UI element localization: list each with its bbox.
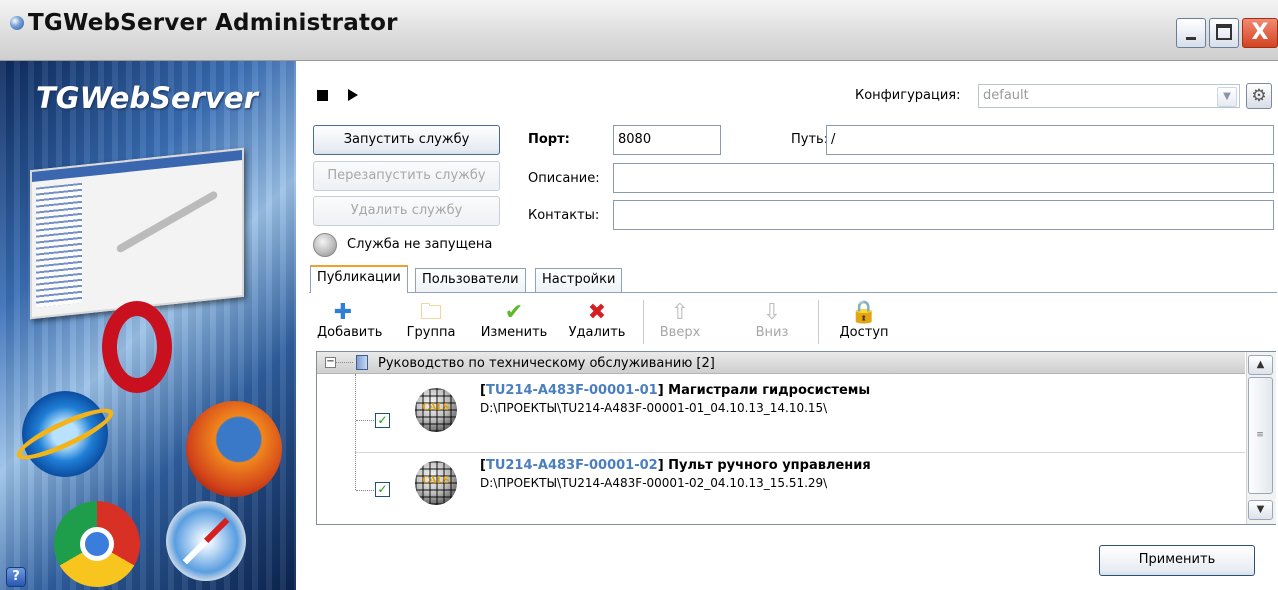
- port-input[interactable]: 8080: [613, 125, 721, 155]
- add-label: Добавить: [317, 325, 383, 340]
- item-bracket-close: ]: [657, 383, 669, 398]
- checkmark-icon: ✔: [504, 300, 524, 325]
- cals-globe-icon: CALS: [415, 461, 457, 505]
- description-label: Описание:: [528, 171, 600, 186]
- stop-icon[interactable]: [317, 90, 328, 101]
- internet-explorer-logo-icon: [11, 391, 119, 477]
- tree-connector: [355, 374, 356, 490]
- play-icon[interactable]: [348, 89, 358, 101]
- screenshot-aircraft: [115, 189, 219, 254]
- banner-screenshot-image: [30, 147, 244, 320]
- group-label: Группа: [406, 325, 456, 340]
- move-down-button[interactable]: ⇩ Вниз: [752, 300, 792, 341]
- item-name: Магистрали гидросистемы: [668, 383, 871, 398]
- chrome-logo-icon: [54, 501, 140, 587]
- up-label: Вверх: [659, 325, 701, 340]
- configuration-select[interactable]: default ▼: [978, 84, 1240, 108]
- tree-connector: [356, 420, 374, 421]
- close-icon: X: [1251, 20, 1269, 45]
- publications-tree[interactable]: [316, 351, 1276, 525]
- opera-logo-icon: [102, 301, 172, 393]
- safari-logo-icon: [166, 501, 246, 581]
- minimize-button[interactable]: [1176, 18, 1206, 48]
- access-label: Доступ: [839, 325, 889, 340]
- book-icon: [356, 355, 368, 370]
- contacts-label: Контакты:: [528, 208, 600, 223]
- tab-users[interactable]: Пользователи: [415, 268, 526, 292]
- move-up-button[interactable]: ⇧ Вверх: [655, 300, 705, 341]
- restart-service-button[interactable]: Перезапустить службу: [313, 161, 500, 191]
- service-status-text: Служба не запущена: [347, 237, 493, 252]
- configuration-label: Конфигурация:: [855, 88, 961, 103]
- edit-label: Изменить: [480, 325, 548, 340]
- screenshot-tree: [36, 182, 82, 308]
- item-code: TU214-A483F-00001-02: [485, 458, 658, 473]
- title-bar[interactable]: TGWebServer Administrator X: [0, 0, 1278, 61]
- apply-button[interactable]: Применить: [1099, 545, 1255, 576]
- safari-needle: [182, 517, 230, 565]
- scrollbar-grip-icon: ≡: [1256, 430, 1264, 440]
- item-name: Пульт ручного управления: [668, 458, 871, 473]
- toolbar-separator: [643, 300, 644, 344]
- list-item-path: D:\ПРОЕКТЫ\TU214-A483F-00001-02_04.10.13…: [480, 476, 828, 490]
- maximize-icon: [1216, 24, 1232, 40]
- tree-root-label: Руководство по техническому обслуживанию…: [378, 356, 715, 371]
- delete-service-button[interactable]: Удалить службу: [313, 196, 500, 226]
- item-bracket-close: ]: [657, 458, 669, 473]
- tab-strip-border: [309, 292, 1277, 293]
- add-button[interactable]: ✚ Добавить: [317, 300, 382, 341]
- tab-settings[interactable]: Настройки: [535, 268, 623, 292]
- app-icon: [10, 16, 24, 30]
- description-input[interactable]: [613, 163, 1274, 193]
- port-label: Порт:: [528, 132, 570, 147]
- delete-button[interactable]: ✖ Удалить: [562, 300, 632, 341]
- firefox-logo-icon: [186, 401, 282, 497]
- down-label: Вниз: [755, 325, 789, 340]
- delete-x-icon: ✖: [587, 300, 607, 325]
- chrome-center: [80, 527, 114, 561]
- banner-title: TGWebServer: [36, 81, 258, 115]
- cals-globe-icon: CALS: [415, 388, 457, 432]
- arrow-down-icon: ⇩: [762, 300, 782, 325]
- configuration-value: default: [983, 88, 1029, 103]
- toolbar-separator: [818, 300, 819, 344]
- gear-icon[interactable]: ⚙: [1246, 83, 1272, 109]
- status-light-icon: [313, 233, 337, 257]
- scroll-down-icon[interactable]: ▼: [1248, 500, 1273, 520]
- path-input[interactable]: /: [826, 125, 1274, 155]
- item-checkbox[interactable]: ✓: [375, 482, 390, 497]
- path-label: Путь:: [791, 132, 829, 147]
- add-icon: ✚: [333, 300, 353, 325]
- tree-connector: [335, 362, 353, 363]
- group-button[interactable]: 🗀 Группа: [404, 300, 458, 341]
- tab-publications[interactable]: Публикации: [310, 265, 408, 293]
- globe-label: CALS: [422, 476, 450, 486]
- minimize-icon: [1186, 37, 1196, 40]
- folder-add-icon: 🗀: [419, 300, 442, 325]
- maximize-button[interactable]: [1209, 18, 1239, 48]
- close-button[interactable]: X: [1242, 18, 1278, 48]
- window-title: TGWebServer Administrator: [28, 10, 398, 36]
- chevron-down-icon[interactable]: ▼: [1217, 87, 1237, 107]
- tree-connector: [356, 490, 374, 491]
- access-button[interactable]: 🔒 Доступ: [835, 300, 893, 341]
- list-item-title[interactable]: [TU214-A483F-00001-02] Пульт ручного упр…: [480, 458, 871, 473]
- list-item-path: D:\ПРОЕКТЫ\TU214-A483F-00001-01_04.10.13…: [480, 401, 828, 415]
- list-item-title[interactable]: [TU214-A483F-00001-01] Магистрали гидрос…: [480, 383, 870, 398]
- edit-button[interactable]: ✔ Изменить: [479, 300, 549, 341]
- arrow-up-icon: ⇧: [670, 300, 690, 325]
- contacts-input[interactable]: [613, 200, 1274, 230]
- globe-label: CALS: [422, 403, 450, 413]
- item-checkbox[interactable]: ✓: [375, 413, 390, 428]
- scroll-up-icon[interactable]: ▲: [1248, 355, 1273, 375]
- row-divider: [355, 452, 1245, 453]
- delete-label: Удалить: [568, 325, 626, 340]
- help-icon[interactable]: ?: [6, 567, 26, 587]
- lock-icon: 🔒: [850, 300, 878, 325]
- start-service-button[interactable]: Запустить службу: [313, 125, 500, 155]
- side-banner: TGWebServer: [0, 61, 296, 590]
- item-code: TU214-A483F-00001-01: [485, 383, 658, 398]
